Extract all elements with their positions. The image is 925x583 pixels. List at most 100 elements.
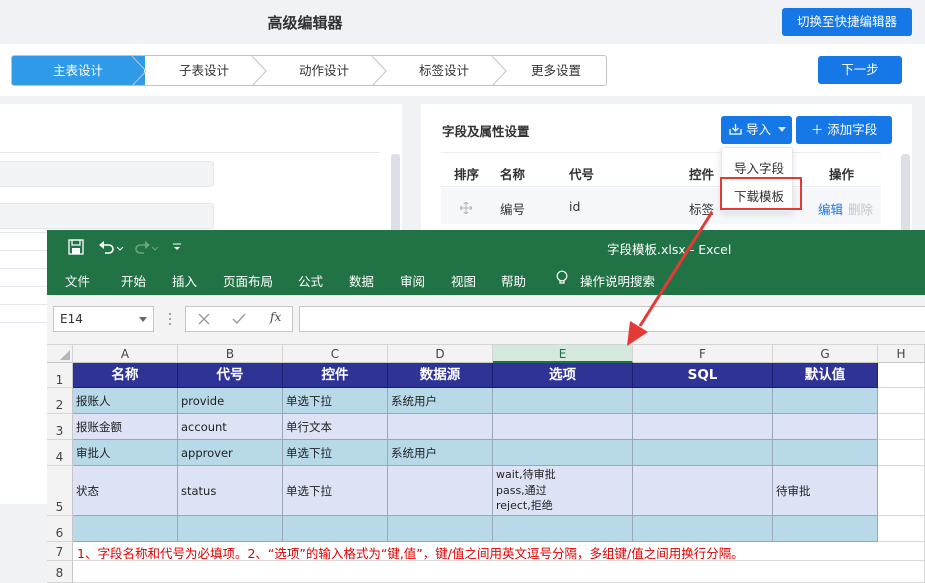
cell[interactable]: provide — [178, 388, 283, 414]
cell-options-multiline[interactable]: wait,待审批 pass,通过 reject,拒绝 — [493, 466, 633, 516]
switch-quick-editor-button[interactable]: 切换至快捷编辑器 — [782, 8, 912, 36]
col-header-d[interactable]: D — [388, 345, 493, 363]
col-header-c[interactable]: C — [283, 345, 388, 363]
header-cell-code[interactable]: 代号 — [178, 363, 283, 388]
cell[interactable]: 审批人 — [73, 440, 178, 466]
insert-function-icon[interactable]: fx — [270, 310, 281, 324]
row-control: 标签 — [689, 202, 715, 217]
edit-link[interactable]: 编辑 — [818, 199, 843, 218]
dropdown-arrow-icon[interactable] — [139, 317, 147, 323]
menu-file[interactable]: 文件 — [65, 271, 90, 290]
cell[interactable] — [633, 388, 773, 414]
menu-home[interactable]: 开始 — [121, 271, 146, 290]
cancel-icon[interactable] — [198, 313, 210, 325]
cell[interactable] — [878, 414, 925, 440]
cell[interactable] — [633, 440, 773, 466]
cell[interactable] — [388, 466, 493, 516]
col-header-h[interactable]: H — [878, 345, 925, 363]
menu-insert[interactable]: 插入 — [172, 271, 197, 290]
select-all-corner[interactable] — [47, 345, 73, 363]
cell[interactable]: 单选下拉 — [283, 466, 388, 516]
header-cell-default[interactable]: 默认值 — [773, 363, 878, 388]
save-icon[interactable] — [68, 239, 86, 255]
import-button[interactable]: 导入 — [721, 116, 792, 144]
undo-icon[interactable] — [98, 239, 124, 255]
menu-review[interactable]: 审阅 — [400, 271, 425, 290]
cell[interactable] — [878, 388, 925, 414]
menu-view[interactable]: 视图 — [451, 271, 476, 290]
col-header-a[interactable]: A — [73, 345, 178, 363]
customize-toolbar-icon[interactable] — [172, 240, 182, 254]
cell[interactable] — [283, 516, 388, 542]
cell[interactable] — [773, 516, 878, 542]
cell[interactable] — [493, 388, 633, 414]
header-cell-datasource[interactable]: 数据源 — [388, 363, 493, 388]
formula-bar[interactable] — [299, 306, 925, 332]
cell[interactable]: 报账人 — [73, 388, 178, 414]
cell[interactable] — [633, 516, 773, 542]
row-header[interactable]: 8 — [47, 561, 73, 583]
enter-check-icon[interactable] — [232, 313, 246, 325]
header-cell-control[interactable]: 控件 — [283, 363, 388, 388]
row-header[interactable]: 4 — [47, 440, 73, 466]
header-cell-options[interactable]: 选项 — [493, 363, 633, 388]
cell[interactable]: 单选下拉 — [283, 440, 388, 466]
col-header-b[interactable]: B — [178, 345, 283, 363]
cell[interactable]: approver — [178, 440, 283, 466]
row-header[interactable]: 6 — [47, 516, 73, 542]
header-cell-sql[interactable]: SQL — [633, 363, 773, 388]
cell[interactable] — [878, 440, 925, 466]
cell[interactable] — [878, 516, 925, 542]
cell[interactable] — [388, 516, 493, 542]
menu-help[interactable]: 帮助 — [501, 271, 526, 290]
cell[interactable] — [493, 440, 633, 466]
scrollbar[interactable] — [901, 154, 910, 234]
form-input[interactable] — [0, 161, 214, 187]
cell[interactable] — [633, 466, 773, 516]
cell[interactable] — [878, 466, 925, 516]
empty-row[interactable] — [73, 561, 925, 583]
cell[interactable] — [773, 388, 878, 414]
cell[interactable] — [493, 414, 633, 440]
header-cell-name[interactable]: 名称 — [73, 363, 178, 388]
spreadsheet-grid[interactable]: A B C D E F G H 1 2 3 4 5 6 7 8 名称 代号 控件… — [47, 345, 925, 583]
cell[interactable]: account — [178, 414, 283, 440]
row-header[interactable]: 1 — [47, 363, 73, 388]
form-input[interactable] — [0, 203, 214, 229]
add-field-button[interactable]: ＋ 添加字段 — [796, 116, 892, 144]
tell-me-search[interactable]: 操作说明搜索 — [580, 271, 655, 290]
delete-link[interactable]: 删除 — [848, 199, 873, 218]
cell[interactable] — [633, 414, 773, 440]
row-header[interactable]: 5 — [47, 466, 73, 516]
import-field-option[interactable]: 导入字段 — [734, 158, 784, 177]
col-header-f[interactable]: F — [633, 345, 773, 363]
row-header[interactable]: 2 — [47, 388, 73, 414]
next-step-button[interactable]: 下一步 — [818, 56, 902, 84]
cell[interactable] — [773, 414, 878, 440]
name-box[interactable]: E14 — [53, 306, 154, 332]
divider — [0, 286, 47, 287]
menu-formulas[interactable]: 公式 — [298, 271, 323, 290]
cell[interactable] — [178, 516, 283, 542]
col-header-g[interactable]: G — [773, 345, 878, 363]
cell[interactable] — [73, 516, 178, 542]
cell[interactable] — [493, 516, 633, 542]
cell[interactable]: 单选下拉 — [283, 388, 388, 414]
row-header[interactable]: 3 — [47, 414, 73, 440]
cell[interactable]: 系统用户 — [388, 440, 493, 466]
row-header[interactable]: 7 — [47, 542, 73, 561]
cell[interactable]: 系统用户 — [388, 388, 493, 414]
cell[interactable]: 单行文本 — [283, 414, 388, 440]
cell[interactable]: 状态 — [73, 466, 178, 516]
menu-data[interactable]: 数据 — [349, 271, 374, 290]
cell[interactable]: 待审批 — [773, 466, 878, 516]
menu-page-layout[interactable]: 页面布局 — [223, 271, 273, 290]
cell[interactable]: 报账金额 — [73, 414, 178, 440]
drag-handle-icon[interactable] — [460, 202, 472, 214]
cell[interactable] — [878, 363, 925, 388]
redo-icon[interactable] — [133, 239, 159, 255]
cell[interactable] — [773, 440, 878, 466]
cell[interactable]: status — [178, 466, 283, 516]
cell[interactable] — [388, 414, 493, 440]
col-header-e[interactable]: E — [493, 345, 633, 363]
